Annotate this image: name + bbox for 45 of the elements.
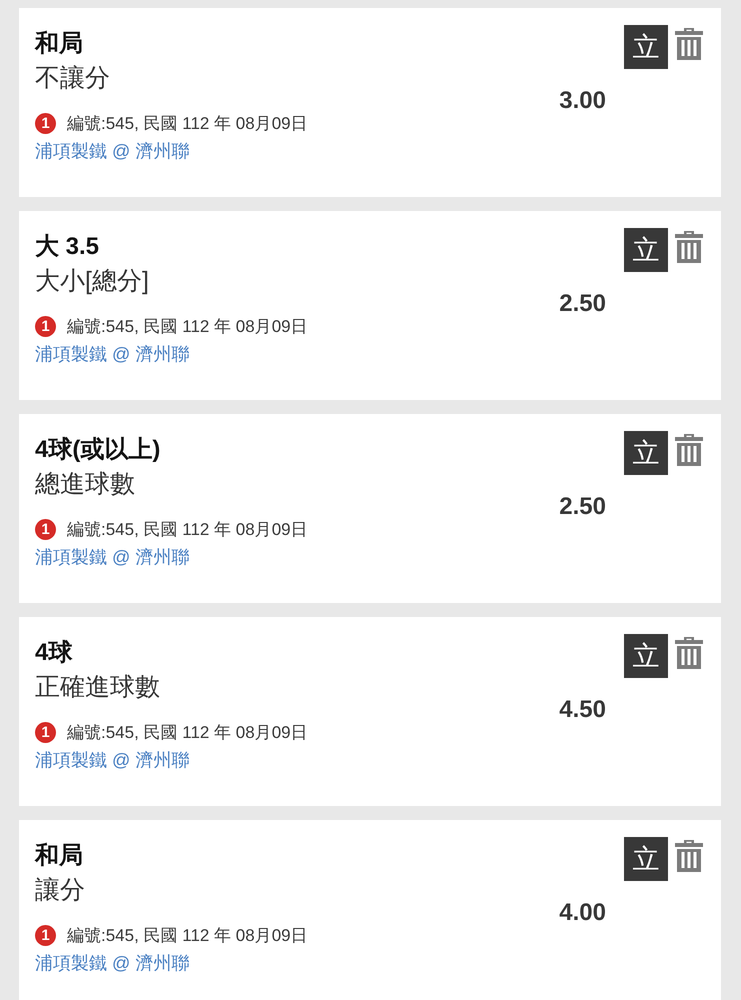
- match-link[interactable]: 浦項製鐵 @ 濟州聯: [35, 139, 190, 163]
- action-button[interactable]: 立: [624, 837, 668, 881]
- match-link[interactable]: 浦項製鐵 @ 濟州聯: [35, 545, 190, 569]
- odds-value: 3.00: [559, 87, 606, 115]
- bet-info: 編號:545, 民國 112 年 08月09日: [67, 316, 308, 338]
- odds-value: 2.50: [559, 493, 606, 521]
- action-button[interactable]: 立: [624, 228, 668, 272]
- delete-button[interactable]: [674, 434, 704, 466]
- bet-selection: 4球: [35, 638, 74, 668]
- odds-value: 4.50: [559, 696, 606, 724]
- bet-selection: 4球(或以上): [35, 435, 162, 465]
- count-badge: 1: [35, 316, 56, 336]
- delete-button[interactable]: [674, 28, 704, 60]
- bet-info: 編號:545, 民國 112 年 08月09日: [67, 112, 308, 134]
- bet-info: 編號:545, 民國 112 年 08月09日: [67, 722, 308, 744]
- bet-selection: 和局: [35, 29, 84, 59]
- count-badge: 1: [35, 518, 56, 540]
- bet-info: 編號:545, 民國 112 年 08月09日: [67, 518, 308, 540]
- count-badge: 1: [35, 924, 56, 946]
- odds-value: 4.00: [559, 899, 606, 927]
- market-name: 正確進球數: [35, 672, 161, 703]
- match-link[interactable]: 浦項製鐵 @ 濟州聯: [35, 748, 190, 772]
- bet-info: 編號:545, 民國 112 年 08月09日: [67, 924, 308, 946]
- bet-selection: 大 3.5: [35, 232, 100, 262]
- market-name: 不讓分: [35, 63, 111, 94]
- trash-icon: [674, 434, 704, 466]
- trash-icon: [674, 28, 704, 60]
- count-badge: 1: [35, 112, 56, 134]
- action-button[interactable]: 立: [624, 431, 668, 475]
- trash-icon: [674, 840, 704, 872]
- match-link[interactable]: 浦項製鐵 @ 濟州聯: [35, 951, 190, 975]
- odds-value: 2.50: [559, 290, 606, 318]
- market-name: 讓分: [35, 875, 86, 906]
- trash-icon: [674, 231, 704, 263]
- delete-button[interactable]: [674, 637, 704, 669]
- market-name: 大小[總分]: [35, 266, 150, 297]
- count-badge: 1: [35, 722, 56, 742]
- bet-selection: 和局: [35, 841, 84, 871]
- action-button[interactable]: 立: [624, 634, 668, 678]
- delete-button[interactable]: [674, 231, 704, 263]
- market-name: 總進球數: [35, 469, 136, 500]
- action-button[interactable]: 立: [624, 25, 668, 69]
- trash-icon: [674, 637, 704, 669]
- delete-button[interactable]: [674, 840, 704, 872]
- match-link[interactable]: 浦項製鐵 @ 濟州聯: [35, 342, 190, 366]
